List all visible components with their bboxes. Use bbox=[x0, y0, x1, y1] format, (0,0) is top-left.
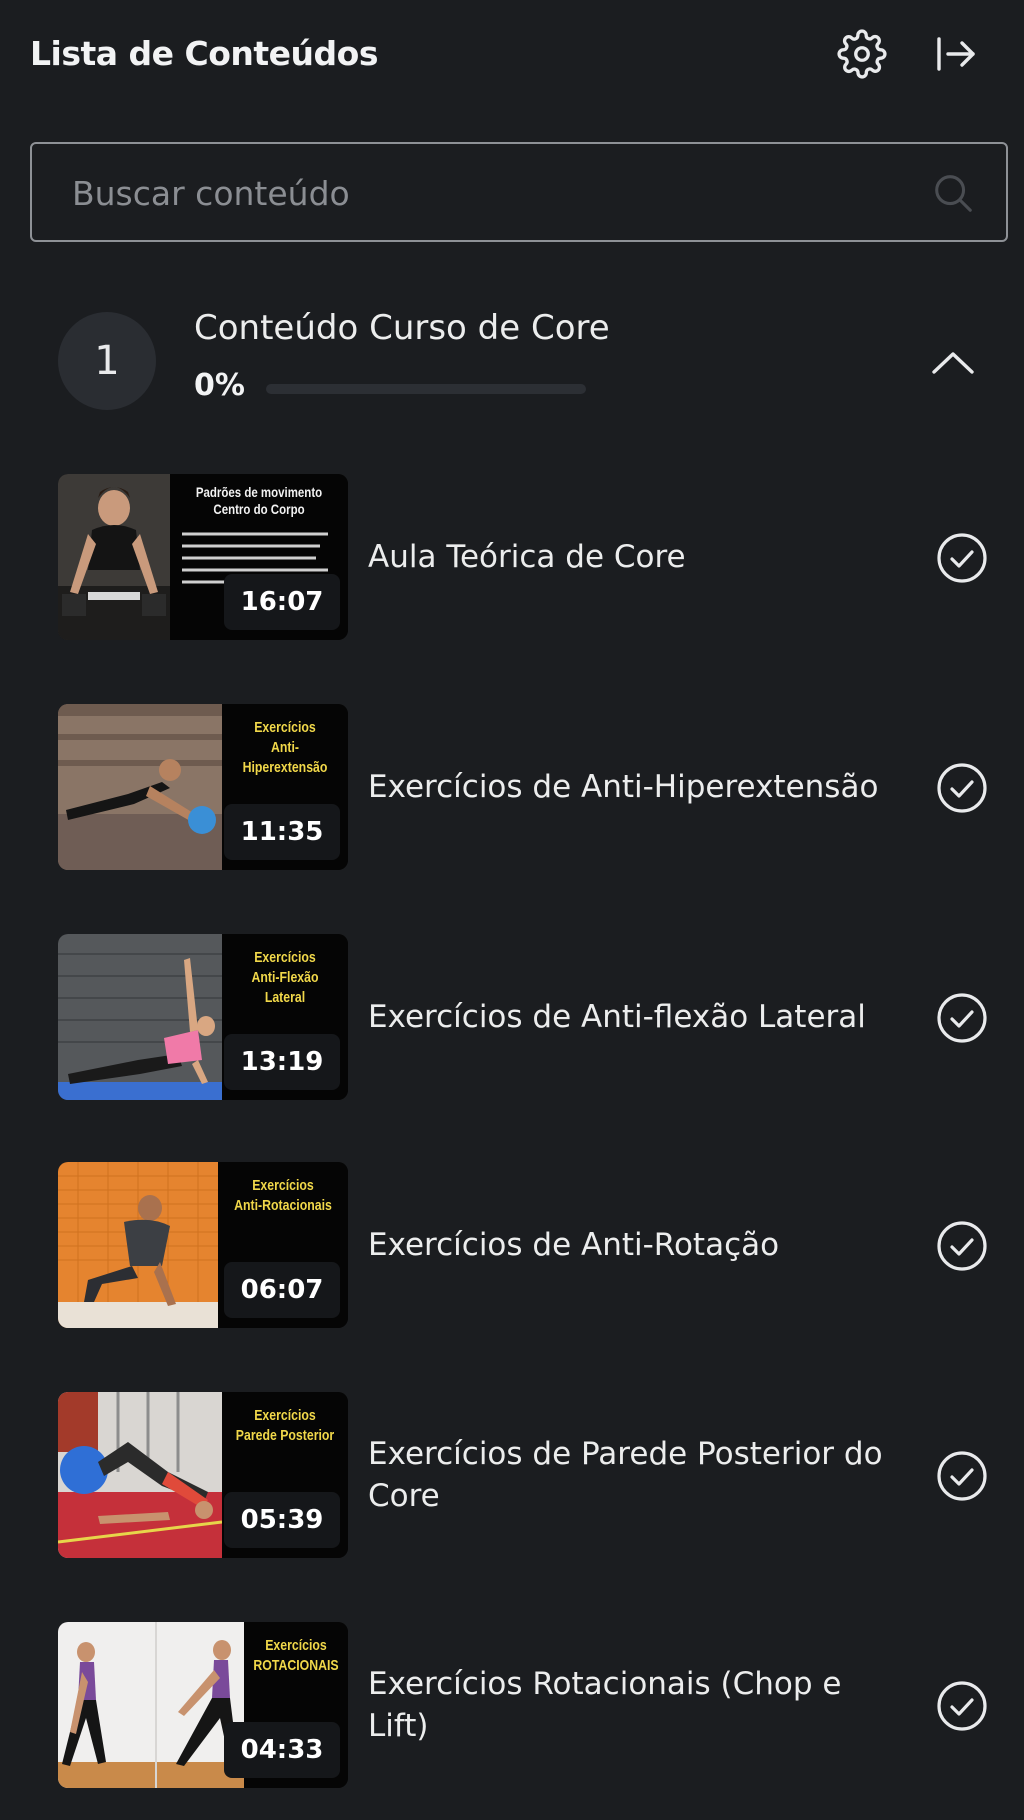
lesson-item[interactable]: Exercícios Anti-Rotacionais 06:07 Exercí… bbox=[58, 1162, 998, 1328]
settings-button[interactable] bbox=[834, 26, 890, 82]
thumbnail-caption-line: Anti-Hiperextensão bbox=[242, 739, 328, 776]
lesson-title: Aula Teórica de Core bbox=[368, 539, 686, 575]
check-circle-icon bbox=[937, 1451, 987, 1501]
lesson-thumbnail: Padrões de movimento Centro do Corpo 16:… bbox=[58, 474, 348, 640]
thumbnail-caption-line: Exercícios bbox=[254, 1407, 316, 1424]
search-input[interactable] bbox=[70, 162, 894, 224]
thumbnail-caption: Exercícios Anti-Hiperextensão bbox=[233, 718, 336, 778]
search-icon bbox=[935, 175, 972, 212]
lesson-thumbnail-image bbox=[58, 1162, 222, 1328]
check-circle-icon bbox=[937, 993, 987, 1043]
thumbnail-caption-line: Exercícios bbox=[252, 1177, 314, 1194]
lesson-duration: 05:39 bbox=[224, 1492, 340, 1548]
lesson-title: Exercícios de Anti-flexão Lateral bbox=[368, 999, 866, 1035]
module-progress-label: 0% bbox=[194, 368, 245, 403]
lesson-title: Exercícios de Anti-Hiperextensão bbox=[368, 769, 879, 805]
thumbnail-caption-line: Anti-Rotacionais bbox=[234, 1197, 332, 1214]
chevron-up-icon bbox=[932, 352, 974, 374]
thumbnail-caption: Exercícios Parede Posterior bbox=[233, 1406, 336, 1446]
thumbnail-caption-line: Parede Posterior bbox=[235, 1427, 335, 1444]
thumbnail-caption-line: Exercícios bbox=[254, 949, 316, 966]
lesson-thumbnail-image bbox=[58, 1392, 222, 1558]
lesson-item[interactable]: Exercícios ROTACIONAIS 04:33 Exercícios … bbox=[58, 1622, 998, 1788]
sidebar-exit-icon bbox=[937, 37, 975, 71]
lesson-title: Exercícios Rotacionais (Chop e Lift) bbox=[368, 1666, 842, 1744]
thumbnail-caption-line: Anti-Flexão Lateral bbox=[251, 969, 319, 1006]
panel-header: Lista de Conteúdos bbox=[30, 26, 994, 86]
lesson-item[interactable]: Exercícios Anti-Hiperextensão 11:35 Exer… bbox=[58, 704, 998, 870]
lesson-thumbnail: Exercícios Anti-Hiperextensão 11:35 bbox=[58, 704, 348, 870]
lesson-thumbnail-image bbox=[58, 704, 222, 870]
lesson-duration: 13:19 bbox=[224, 1034, 340, 1090]
thumbnail-caption: Exercícios Anti-Flexão Lateral bbox=[233, 948, 336, 1008]
lesson-duration: 04:33 bbox=[224, 1722, 340, 1778]
lesson-duration: 06:07 bbox=[224, 1262, 340, 1318]
search-box bbox=[30, 142, 1008, 242]
thumbnail-caption: Exercícios Anti-Rotacionais bbox=[230, 1176, 337, 1216]
check-circle-icon bbox=[937, 1681, 987, 1731]
module-number-badge: 1 bbox=[58, 312, 156, 410]
lesson-thumbnail: Exercícios ROTACIONAIS 04:33 bbox=[58, 1622, 348, 1788]
lesson-duration: 16:07 bbox=[224, 574, 340, 630]
check-circle-icon bbox=[937, 1221, 987, 1271]
lesson-title: Exercícios de Parede Posterior do Core bbox=[368, 1436, 883, 1514]
module-progress-bar bbox=[266, 384, 586, 394]
lesson-title: Exercícios de Anti-Rotação bbox=[368, 1227, 780, 1263]
lesson-thumbnail: Exercícios Parede Posterior 05:39 bbox=[58, 1392, 348, 1558]
lesson-item[interactable]: Exercícios Parede Posterior 05:39 Exercí… bbox=[58, 1392, 998, 1558]
lesson-thumbnail-image bbox=[58, 934, 222, 1100]
thumbnail-caption: Padrões de movimento Centro do Corpo bbox=[186, 484, 332, 518]
thumbnail-caption: Exercícios ROTACIONAIS bbox=[253, 1636, 338, 1676]
lesson-thumbnail: Exercícios Anti-Flexão Lateral 13:19 bbox=[58, 934, 348, 1100]
content-list-panel: Lista de Conteúdos 1 Conteúdo bbox=[0, 0, 1024, 1820]
check-circle-icon bbox=[937, 533, 987, 583]
lesson-thumbnail: Exercícios Anti-Rotacionais 06:07 bbox=[58, 1162, 348, 1328]
gear-icon bbox=[837, 29, 887, 79]
close-panel-button[interactable] bbox=[928, 26, 984, 82]
panel-title: Lista de Conteúdos bbox=[30, 34, 378, 73]
thumbnail-caption-line: Centro do Corpo bbox=[213, 501, 305, 517]
thumbnail-caption-line: Padrões de movimento bbox=[195, 484, 323, 500]
module-title: Conteúdo Curso de Core bbox=[194, 308, 610, 348]
lesson-item[interactable]: Exercícios Anti-Flexão Lateral 13:19 Exe… bbox=[58, 934, 998, 1100]
lesson-item[interactable]: Padrões de movimento Centro do Corpo 16:… bbox=[58, 474, 998, 640]
lesson-duration: 11:35 bbox=[224, 804, 340, 860]
thumbnail-caption-line: ROTACIONAIS bbox=[253, 1657, 339, 1674]
lesson-thumbnail-image bbox=[58, 1622, 244, 1788]
thumbnail-caption-line: Exercícios bbox=[265, 1637, 327, 1654]
collapse-module-button[interactable] bbox=[928, 342, 978, 382]
module-header[interactable]: 1 Conteúdo Curso de Core 0% bbox=[58, 306, 998, 416]
thumbnail-caption-line: Exercícios bbox=[254, 719, 316, 736]
search-button[interactable] bbox=[930, 170, 976, 216]
check-circle-icon bbox=[937, 763, 987, 813]
